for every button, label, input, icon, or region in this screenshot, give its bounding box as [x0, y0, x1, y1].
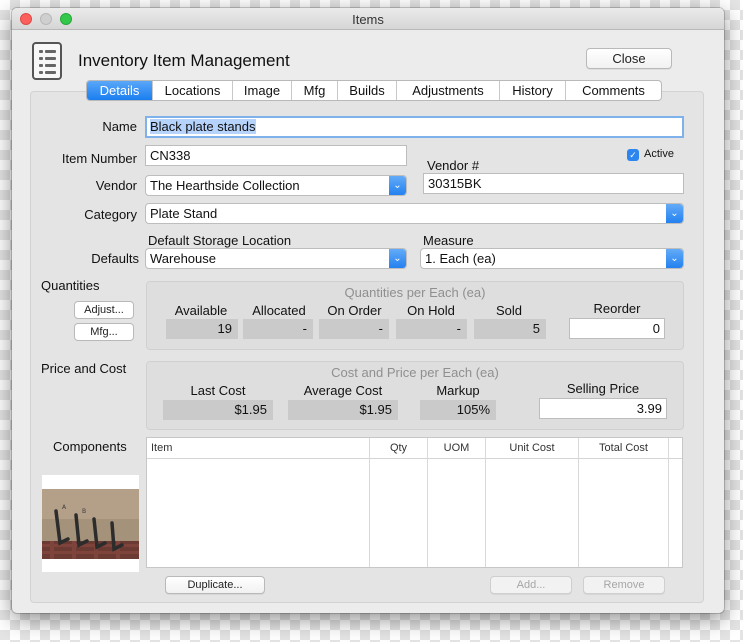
name-label: Name	[102, 119, 137, 134]
document-list-icon	[32, 42, 62, 80]
item-thumbnail: AB	[42, 475, 139, 572]
tab-comments[interactable]: Comments	[566, 81, 661, 100]
column-total-cost[interactable]: Total Cost	[579, 438, 668, 459]
tab-locations[interactable]: Locations	[153, 81, 233, 100]
category-label: Category	[84, 207, 137, 222]
name-field[interactable]: Black plate stands	[145, 116, 684, 138]
page-title: Inventory Item Management	[78, 51, 290, 70]
storage-label: Default Storage Location	[148, 233, 292, 248]
reorder-label: Reorder	[593, 301, 641, 316]
chevron-updown-icon: ⌄	[666, 204, 683, 223]
sold-value: 5	[474, 319, 546, 339]
measure-popup[interactable]: 1. Each (ea) ⌄	[420, 248, 684, 269]
components-label: Components	[53, 439, 127, 454]
tab-mfg[interactable]: Mfg	[292, 81, 338, 100]
selling-price-label: Selling Price	[566, 381, 640, 396]
column-divider	[427, 438, 428, 567]
components-table[interactable]: Item Qty UOM Unit Cost Total Cost	[146, 437, 683, 568]
measure-value: 1. Each (ea)	[425, 251, 496, 266]
column-qty[interactable]: Qty	[370, 438, 427, 459]
tab-history[interactable]: History	[500, 81, 566, 100]
markup-value: 105%	[420, 400, 496, 420]
vendor-label: Vendor	[95, 178, 137, 193]
allocated-label: Allocated	[252, 303, 306, 318]
on-hold-label: On Hold	[407, 303, 455, 318]
tab-details[interactable]: Details	[87, 81, 153, 100]
column-item[interactable]: Item	[151, 438, 172, 459]
add-button[interactable]: Add...	[490, 576, 572, 594]
vendor-num-label: Vendor #	[427, 158, 480, 173]
chevron-updown-icon: ⌄	[666, 249, 683, 268]
item-number-field[interactable]: CN338	[145, 145, 407, 166]
price-cost-label: Price and Cost	[41, 361, 127, 376]
checkmark-icon: ✓	[629, 150, 637, 160]
tab-image[interactable]: Image	[233, 81, 292, 100]
on-order-label: On Order	[327, 303, 382, 318]
allocated-value: -	[243, 319, 313, 339]
selling-price-field[interactable]: 3.99	[539, 398, 667, 419]
mfg-button[interactable]: Mfg...	[74, 323, 134, 341]
plate-stands-photo: AB	[42, 475, 139, 572]
column-divider	[369, 438, 370, 567]
last-cost-value: $1.95	[163, 400, 273, 420]
chevron-updown-icon: ⌄	[389, 249, 406, 268]
on-hold-value: -	[396, 319, 467, 339]
active-checkbox[interactable]: ✓	[627, 149, 639, 161]
quantities-group-title: Quantities per Each (ea)	[344, 285, 486, 300]
category-value: Plate Stand	[150, 206, 218, 221]
column-unit-cost[interactable]: Unit Cost	[486, 438, 578, 459]
remove-button[interactable]: Remove	[583, 576, 665, 594]
measure-label: Measure	[423, 233, 474, 248]
close-button[interactable]: Close	[586, 48, 672, 69]
category-popup[interactable]: Plate Stand ⌄	[145, 203, 684, 224]
duplicate-button[interactable]: Duplicate...	[165, 576, 265, 594]
vendor-num-field[interactable]: 30315BK	[423, 173, 684, 194]
defaults-label: Defaults	[91, 251, 139, 266]
tab-builds[interactable]: Builds	[338, 81, 397, 100]
column-uom[interactable]: UOM	[428, 438, 485, 459]
column-divider	[578, 438, 579, 567]
svg-text:B: B	[82, 508, 86, 515]
available-value: 19	[166, 319, 238, 339]
tab-bar: Details Locations Image Mfg Builds Adjus…	[86, 80, 662, 101]
storage-popup[interactable]: Warehouse ⌄	[145, 248, 407, 269]
quantities-label: Quantities	[41, 278, 100, 293]
price-group-title: Cost and Price per Each (ea)	[331, 365, 499, 380]
adjust-button[interactable]: Adjust...	[74, 301, 134, 319]
chevron-updown-icon: ⌄	[389, 176, 406, 195]
reorder-field[interactable]: 0	[569, 318, 665, 339]
item-number-label: Item Number	[61, 151, 137, 166]
markup-label: Markup	[436, 383, 480, 398]
storage-value: Warehouse	[150, 251, 216, 266]
available-label: Available	[174, 303, 228, 318]
sold-label: Sold	[495, 303, 523, 318]
avg-cost-label: Average Cost	[303, 383, 383, 398]
column-divider	[668, 438, 669, 567]
tab-adjustments[interactable]: Adjustments	[397, 81, 500, 100]
title-bar[interactable]: Items	[12, 8, 724, 30]
active-label: Active	[644, 148, 674, 160]
vendor-value: The Hearthside Collection	[150, 178, 300, 193]
vendor-popup[interactable]: The Hearthside Collection ⌄	[145, 175, 407, 196]
components-header: Item Qty UOM Unit Cost Total Cost	[147, 438, 682, 459]
avg-cost-value: $1.95	[288, 400, 398, 420]
on-order-value: -	[319, 319, 389, 339]
column-divider	[485, 438, 486, 567]
name-value: Black plate stands	[150, 119, 256, 134]
window-title: Items	[352, 12, 384, 27]
last-cost-label: Last Cost	[190, 383, 246, 398]
